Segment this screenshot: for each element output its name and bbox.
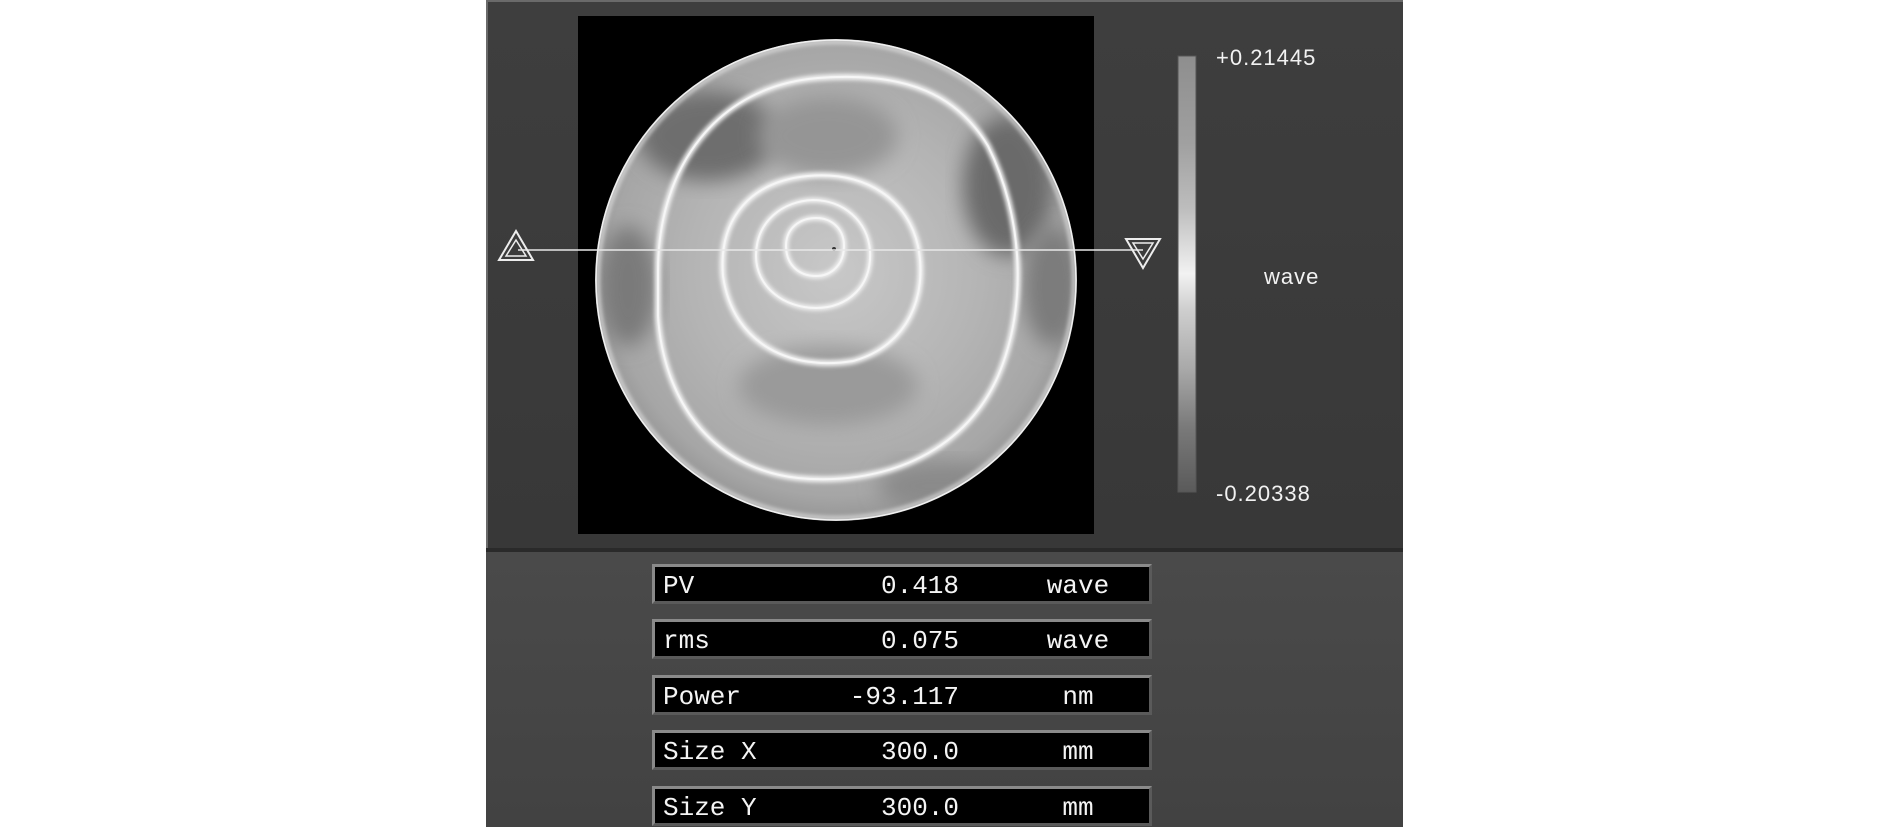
stat-row-pv: PV 0.418 wave bbox=[652, 564, 1152, 604]
stat-unit: mm bbox=[1062, 737, 1094, 767]
stat-row-rms: rms 0.075 wave bbox=[652, 619, 1152, 659]
stat-value: 300.0 bbox=[880, 793, 959, 823]
stat-name: Size X bbox=[663, 737, 757, 767]
center-dot bbox=[832, 247, 836, 251]
statistics-panel: PV 0.418 wave rms 0.075 wave Power -93.1… bbox=[486, 552, 1403, 827]
stat-unit: wave bbox=[1046, 571, 1110, 601]
stat-name: PV bbox=[663, 571, 695, 601]
stat-value: 0.075 bbox=[880, 626, 959, 656]
stat-row-size-x: Size X 300.0 mm bbox=[652, 730, 1152, 770]
colorbar-min-label: -0.20338 bbox=[1216, 481, 1311, 506]
profile-end-marker-icon[interactable] bbox=[1124, 238, 1162, 270]
stat-row-size-y: Size Y 300.0 mm bbox=[652, 786, 1152, 826]
stat-unit: nm bbox=[1062, 682, 1094, 712]
stat-value: 0.418 bbox=[880, 571, 959, 601]
wavefront-surface-map bbox=[578, 16, 1094, 534]
analysis-window: +0.21445 wave -0.20338 PV 0.418 wave rms… bbox=[486, 0, 1403, 827]
surface-map-plot bbox=[578, 16, 1094, 534]
profile-start-marker-icon[interactable] bbox=[497, 229, 535, 261]
stat-unit: mm bbox=[1062, 793, 1094, 823]
colorbar bbox=[1177, 55, 1197, 493]
stat-value: -93.117 bbox=[849, 682, 959, 712]
colorbar-max-label: +0.21445 bbox=[1216, 45, 1317, 70]
stat-unit: wave bbox=[1046, 626, 1110, 656]
surface-map-panel: +0.21445 wave -0.20338 bbox=[486, 0, 1403, 548]
stat-name: Power bbox=[663, 682, 742, 712]
stat-value: 300.0 bbox=[880, 737, 959, 767]
colorbar-unit-label: wave bbox=[1264, 264, 1320, 289]
stat-name: rms bbox=[663, 626, 710, 656]
stat-row-power: Power -93.117 nm bbox=[652, 675, 1152, 715]
stat-name: Size Y bbox=[663, 793, 757, 823]
